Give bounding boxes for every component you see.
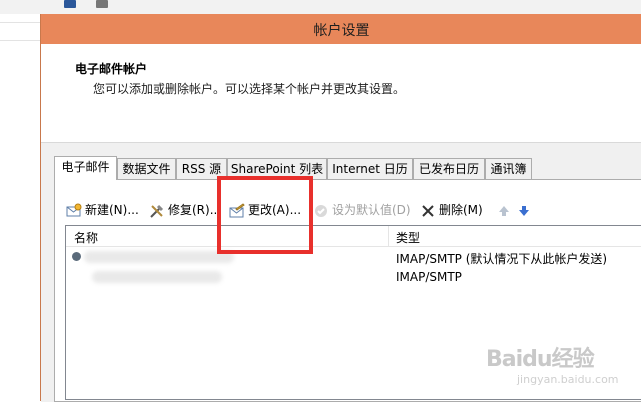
new-account-icon (66, 203, 82, 219)
section-description: 您可以添加或删除帐户。可以选择某个帐户并更改其设置。 (93, 82, 406, 96)
column-divider (388, 226, 389, 246)
new-button[interactable]: 新建(N)... (66, 200, 139, 220)
account-row[interactable]: IMAP/SMTP (默认情况下从此帐户发送) (66, 247, 641, 267)
outlook-icon (64, 0, 76, 8)
tab-label: 数据文件 (122, 162, 171, 176)
repair-button[interactable]: 修复(R)... (149, 200, 221, 220)
dialog-titlebar: 帐户设置 (41, 14, 641, 44)
tab-label: 通讯簿 (490, 162, 527, 176)
section-heading: 电子邮件帐户 (75, 62, 148, 76)
default-account-icon (72, 252, 81, 261)
tab-label: 电子邮件 (61, 160, 110, 174)
account-type: IMAP/SMTP (396, 270, 462, 284)
tab-label: SharePoint 列表 (230, 162, 324, 176)
tab-label: RSS 源 (181, 162, 222, 176)
tab-published-calendar[interactable]: 已发布日历 (413, 158, 485, 179)
highlight-box (217, 176, 313, 254)
background-app-bar (0, 0, 641, 15)
move-down-button[interactable] (516, 200, 535, 220)
column-header-name[interactable]: 名称 (74, 229, 98, 246)
column-header-type[interactable]: 类型 (396, 229, 420, 246)
watermark-brand: Baidu经验 (486, 347, 595, 372)
arrow-up-icon (496, 203, 512, 219)
new-button-label: 新建(N)... (85, 203, 139, 217)
tab-label: 已发布日历 (418, 162, 479, 176)
page-icon (96, 0, 108, 8)
tab-internet-calendar[interactable]: Internet 日历 (327, 158, 413, 179)
dialog-title: 帐户设置 (313, 23, 370, 39)
delete-x-icon (420, 203, 436, 219)
account-type: IMAP/SMTP (默认情况下从此帐户发送) (396, 252, 608, 266)
set-default-button-label: 设为默认值(D) (332, 203, 411, 217)
watermark-url: jingyan.baidu.com (517, 373, 619, 386)
checkmark-circle-icon (313, 203, 329, 219)
repair-button-label: 修复(R)... (168, 203, 222, 217)
dialog-header: 电子邮件帐户 您可以添加或删除帐户。可以选择某个帐户并更改其设置。 (41, 44, 641, 142)
delete-button[interactable]: 删除(M) (420, 200, 483, 220)
account-name-redacted (74, 270, 254, 284)
account-row[interactable]: IMAP/SMTP (66, 267, 641, 287)
background-app-left (0, 14, 40, 401)
delete-button-label: 删除(M) (439, 203, 483, 217)
tab-address-book[interactable]: 通讯簿 (485, 158, 532, 179)
arrow-down-icon (516, 203, 532, 219)
set-default-button[interactable]: 设为默认值(D) (313, 200, 411, 220)
tab-data-files[interactable]: 数据文件 (117, 158, 176, 179)
tab-label: Internet 日历 (332, 162, 408, 176)
repair-tools-icon (149, 203, 165, 219)
tab-email[interactable]: 电子邮件 (54, 156, 117, 180)
list-header: 名称 类型 (66, 226, 641, 247)
move-up-button[interactable] (496, 200, 515, 220)
